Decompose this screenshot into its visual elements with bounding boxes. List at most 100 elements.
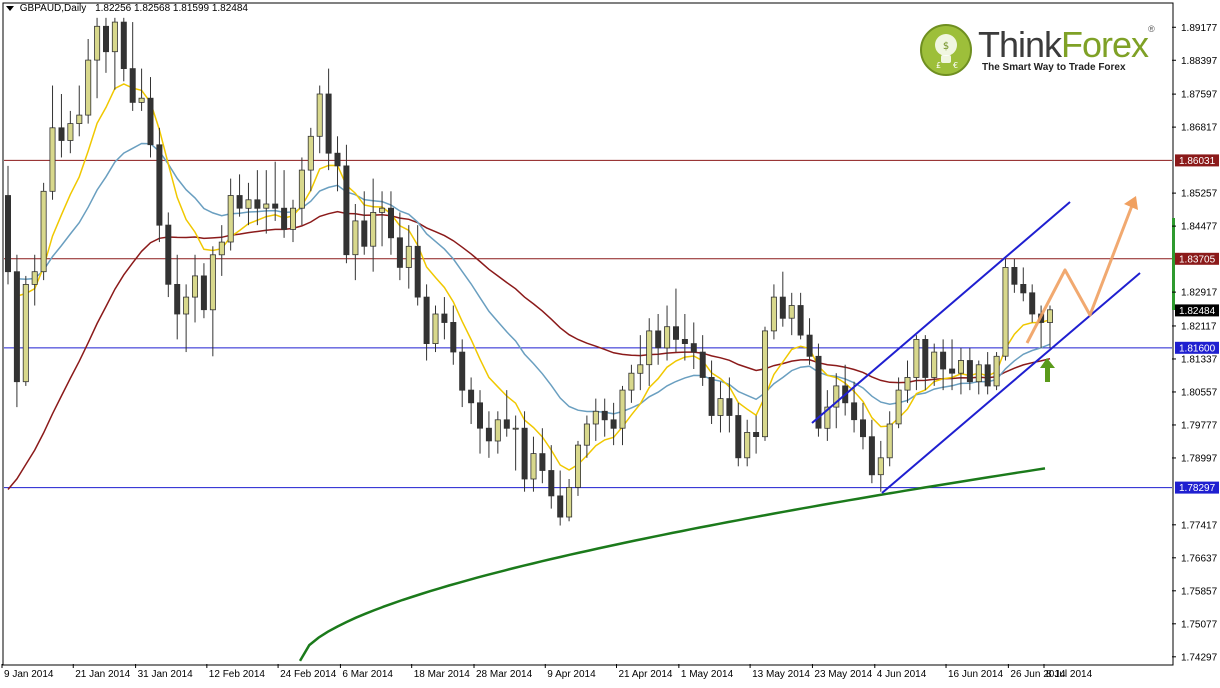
date-tick-label: 1 May 2014 bbox=[681, 669, 734, 680]
candle-body-down bbox=[343, 165, 350, 256]
logo-registered-mark: ® bbox=[1148, 24, 1155, 34]
candle-body-up bbox=[138, 97, 145, 103]
date-tick-label: 28 Mar 2014 bbox=[476, 669, 533, 680]
candle-body-down bbox=[120, 21, 127, 70]
price-chart: 1.89177 1.88397 1.87597 1.86817 1.85257 1.844… bbox=[1, 2, 1219, 680]
candle-body-down bbox=[949, 368, 956, 374]
candle-body-down bbox=[708, 376, 715, 416]
candle-body-down bbox=[236, 195, 243, 209]
price-tick-label: 1.81337 bbox=[1181, 355, 1218, 366]
candle-body-down bbox=[174, 283, 181, 315]
candle-body-up bbox=[183, 296, 190, 315]
svg-text:£: £ bbox=[936, 61, 941, 70]
symbol-label: GBPAUD,Daily bbox=[19, 3, 87, 14]
date-tick-label: 31 Jan 2014 bbox=[138, 669, 193, 680]
candle-body-up bbox=[76, 114, 83, 124]
candle-body-up bbox=[530, 453, 537, 480]
candle-body-down bbox=[1020, 283, 1027, 294]
candle-body-down bbox=[450, 321, 457, 353]
date-tick-label: 9 Apr 2014 bbox=[547, 669, 596, 680]
candle bbox=[22, 275, 29, 386]
date-tick-label: 24 Feb 2014 bbox=[280, 669, 337, 680]
price-tick-label: 1.78997 bbox=[1181, 454, 1218, 465]
price-tick-label: 1.75077 bbox=[1181, 619, 1218, 630]
ohlc-label: 1.82256 1.82568 1.81599 1.82484 bbox=[95, 3, 248, 14]
level-label: 1.81600 bbox=[1179, 343, 1216, 354]
candle-body-up bbox=[316, 93, 323, 137]
candle-body-up bbox=[1047, 309, 1054, 323]
candle-body-up bbox=[298, 169, 305, 209]
candle-body-down bbox=[254, 199, 261, 209]
candle-body-up bbox=[111, 21, 118, 53]
candle-body-up bbox=[209, 254, 216, 311]
candle-body-down bbox=[557, 495, 564, 518]
candle-body-up bbox=[512, 427, 519, 430]
candle bbox=[165, 212, 172, 298]
price-tick-label: 1.86817 bbox=[1181, 123, 1218, 134]
price-tick-label: 1.85257 bbox=[1181, 189, 1218, 200]
candle-body-down bbox=[334, 152, 341, 167]
candle-body-up bbox=[931, 351, 938, 378]
candle-body-up bbox=[227, 195, 234, 243]
candle-body-down bbox=[539, 453, 546, 471]
candle-body-up bbox=[566, 486, 573, 518]
date-tick-label: 8 Jul 2014 bbox=[1046, 669, 1093, 680]
candle-body-down bbox=[797, 305, 804, 336]
candle-body-down bbox=[601, 410, 608, 421]
logo-name: ThinkForex® bbox=[978, 24, 1155, 66]
date-tick-label: 23 May 2014 bbox=[814, 669, 872, 680]
candle-body-down bbox=[690, 343, 697, 353]
chart-frame bbox=[2, 2, 1174, 666]
candle-body-down bbox=[129, 68, 136, 103]
logo-name-part2: Forex bbox=[1061, 24, 1149, 65]
lightbulb-logo-icon: $ £ € bbox=[920, 24, 972, 76]
candle bbox=[156, 127, 163, 243]
date-tick-label: 16 Jun 2014 bbox=[948, 669, 1003, 680]
candle-body-up bbox=[379, 207, 386, 213]
price-tick-label: 1.79777 bbox=[1181, 421, 1218, 432]
logo-tagline: The Smart Way to Trade Forex bbox=[982, 62, 1126, 73]
candle-body-down bbox=[423, 296, 430, 345]
candle-body-down bbox=[726, 398, 733, 416]
candle-body-up bbox=[94, 25, 101, 61]
candle-body-up bbox=[788, 305, 795, 319]
candle-body-down bbox=[548, 470, 555, 497]
candle-body-down bbox=[1011, 266, 1018, 285]
candle-body-down bbox=[459, 351, 466, 391]
date-tick-label: 13 May 2014 bbox=[752, 669, 810, 680]
candle-body-up bbox=[895, 389, 902, 425]
candle-body-down bbox=[387, 207, 394, 239]
candle-body-down bbox=[281, 207, 288, 230]
price-tick-label: 1.84477 bbox=[1181, 222, 1218, 233]
candle-body-down bbox=[1029, 292, 1036, 315]
candle-body-up bbox=[619, 389, 626, 429]
candle-body-up bbox=[67, 123, 74, 141]
candle-body-up bbox=[583, 423, 590, 446]
candle-body-up bbox=[432, 313, 439, 345]
candle-body-down bbox=[984, 364, 991, 387]
chart-header: GBPAUD,Daily 1.82256 1.82568 1.81599 1.8… bbox=[6, 3, 248, 14]
candle-body-up bbox=[22, 283, 29, 383]
price-tick-label: 1.76637 bbox=[1181, 553, 1218, 564]
axis-range-bar bbox=[1172, 218, 1175, 310]
candle-body-down bbox=[806, 334, 813, 357]
candle-body-up bbox=[646, 330, 653, 366]
date-tick-label: 12 Feb 2014 bbox=[209, 669, 266, 680]
candle-body-down bbox=[966, 360, 973, 383]
candle-body-down bbox=[165, 224, 172, 285]
svg-text:€: € bbox=[953, 61, 958, 70]
collapse-triangle-icon[interactable] bbox=[6, 5, 14, 11]
candle-body-down bbox=[860, 419, 867, 438]
candle-body-up bbox=[85, 59, 92, 116]
candle-body-up bbox=[494, 419, 501, 442]
candle-body-up bbox=[405, 245, 412, 268]
candle-body-up bbox=[592, 410, 599, 425]
candle-body-down bbox=[396, 237, 403, 268]
candle-body-up bbox=[49, 127, 56, 192]
candle-body-down bbox=[521, 427, 528, 480]
candle-body-down bbox=[200, 275, 207, 311]
price-tick-label: 1.80557 bbox=[1181, 388, 1218, 399]
candle-body-down bbox=[468, 389, 475, 404]
candle-body-down bbox=[610, 419, 617, 429]
candle-body-up bbox=[770, 296, 777, 332]
